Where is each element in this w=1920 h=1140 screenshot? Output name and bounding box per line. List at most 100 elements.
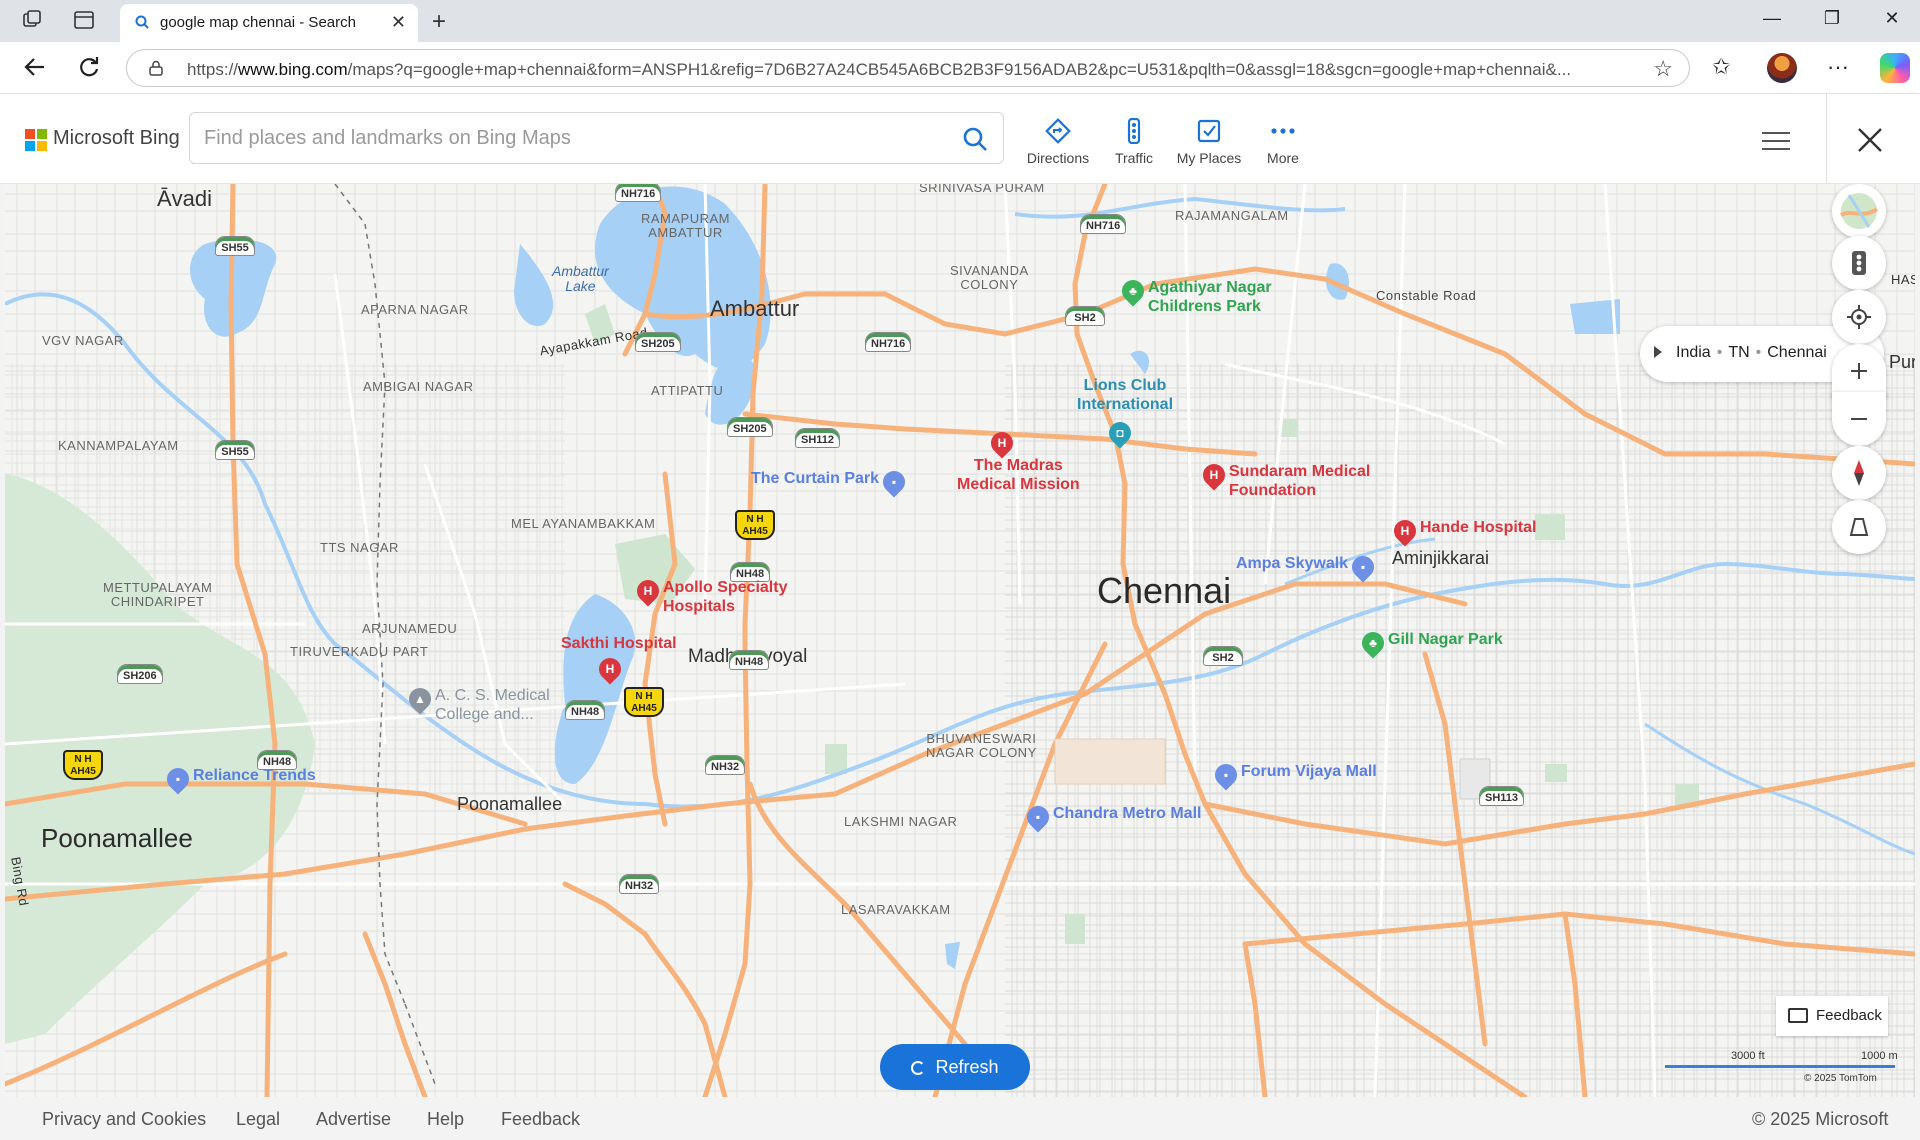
poi-label: Chandra Metro Mall	[1053, 805, 1202, 822]
profile-avatar[interactable]	[1767, 53, 1797, 83]
poi-label: A. C. S. Medical College and...	[435, 687, 550, 723]
poi-gill-nagar-park[interactable]: ♣ Gill Nagar Park	[1357, 627, 1503, 659]
map-basemap	[5, 184, 1915, 1097]
poi-sakthi-hospital[interactable]: Sakthi Hospital H	[561, 634, 677, 685]
poi-ampa-skywalk[interactable]: Ampa Skywalk ▪	[1236, 551, 1379, 583]
poi-label: Ampa Skywalk	[1236, 555, 1349, 572]
breadcrumb-country[interactable]: India	[1676, 344, 1711, 361]
footer-link-privacy[interactable]: Privacy and Cookies	[42, 1109, 206, 1130]
poi-label: Forum Vijaya Mall	[1241, 763, 1377, 780]
vertical-tabs-icon[interactable]	[72, 9, 96, 33]
map-search-input[interactable]	[204, 125, 934, 151]
url-field[interactable]: https://www.bing.com/maps?q=google+map+c…	[126, 49, 1690, 87]
poi-apollo-specialty[interactable]: H Apollo Specialty Hospitals	[632, 575, 787, 616]
expand-arrow-icon[interactable]	[1654, 346, 1662, 358]
place-aparna-nagar: APARNA NAGAR	[361, 302, 469, 317]
map-style-button[interactable]	[1832, 184, 1886, 238]
place-mel-ayanambakkam: MEL AYANAMBAKKAM	[511, 516, 656, 531]
place-mettupalayam: METTUPALAYAM CHINDARIPET	[103, 580, 213, 609]
new-tab-button[interactable]: +	[432, 8, 446, 36]
browser-tabstrip: google map chennai - Search ✕ + — ❐ ✕	[0, 0, 1920, 42]
directions-button[interactable]: Directions	[1018, 118, 1098, 166]
poi-hande-hospital[interactable]: H Hande Hospital	[1389, 515, 1536, 547]
hospital-icon: H	[594, 653, 626, 685]
place-lakshmi-nagar: LAKSHMI NAGAR	[844, 814, 958, 829]
poi-agathiyar-park[interactable]: ♣ Agathiyar Nagar Childrens Park	[1117, 275, 1272, 316]
copilot-icon[interactable]	[1880, 53, 1910, 83]
poi-sundaram-medical[interactable]: H Sundaram Medical Foundation	[1198, 459, 1371, 500]
tree-icon: ♣	[1357, 627, 1389, 659]
microsoft-logo[interactable]	[25, 129, 47, 151]
refresh-label: Refresh	[935, 1056, 999, 1077]
brand-name[interactable]: Microsoft Bing	[53, 127, 180, 150]
zoom-out-button[interactable]	[1832, 392, 1886, 446]
route-shield: SH112	[795, 428, 841, 448]
camera-icon: ◘	[1104, 417, 1136, 449]
window-close-icon[interactable]: ✕	[1872, 8, 1912, 29]
map-feedback-button[interactable]: Feedback	[1776, 996, 1888, 1036]
poi-chandra-metro-mall[interactable]: ▪ Chandra Metro Mall	[1022, 801, 1202, 833]
poi-label: Lions Club International	[1077, 377, 1174, 413]
back-icon[interactable]	[20, 54, 50, 84]
traffic-toggle-button[interactable]	[1832, 236, 1886, 290]
close-icon[interactable]	[1856, 126, 1884, 154]
reload-icon[interactable]	[74, 54, 104, 84]
lock-icon[interactable]	[149, 60, 163, 76]
breadcrumb-city[interactable]: Chennai	[1767, 344, 1827, 361]
directions-label: Directions	[1026, 150, 1090, 166]
poi-label: Sundaram Medical Foundation	[1229, 463, 1371, 499]
refresh-icon	[911, 1060, 926, 1075]
route-shield: SH55	[215, 440, 255, 460]
poi-madras-medical-mission[interactable]: H The Madras Medical Mission	[957, 427, 1080, 494]
scale-meters: 1000 m	[1861, 1050, 1898, 1062]
close-tab-icon[interactable]: ✕	[391, 12, 406, 33]
poi-lions-club[interactable]: Lions Club International ◘	[1077, 376, 1174, 449]
footer-link-advertise[interactable]: Advertise	[316, 1109, 391, 1130]
favorite-star-icon[interactable]: ☆	[1653, 56, 1673, 82]
hospital-icon: H	[1198, 459, 1230, 491]
my-places-button[interactable]: My Places	[1169, 118, 1249, 166]
my-places-label: My Places	[1176, 150, 1242, 166]
tab-actions-icon[interactable]	[20, 9, 44, 33]
place-chennai: Chennai	[1097, 570, 1232, 611]
traffic-button[interactable]: Traffic	[1094, 118, 1174, 166]
scale-feet: 3000 ft	[1731, 1050, 1765, 1062]
footer-link-feedback[interactable]: Feedback	[501, 1109, 580, 1130]
poi-acs-medical[interactable]: ▲ A. C. S. Medical College and...	[404, 683, 550, 724]
favorites-icon[interactable]: ✩	[1712, 54, 1730, 80]
my-places-icon	[1197, 119, 1221, 143]
place-tts-nagar: TTS NAGAR	[320, 540, 399, 555]
footer-link-help[interactable]: Help	[427, 1109, 464, 1130]
locate-me-button[interactable]	[1832, 290, 1886, 344]
more-icon[interactable]: ···	[1827, 54, 1849, 80]
restore-icon[interactable]: ❐	[1812, 8, 1852, 29]
compass-button[interactable]	[1832, 446, 1886, 500]
active-tab[interactable]: google map chennai - Search ✕	[120, 4, 418, 42]
more-label: More	[1267, 150, 1299, 166]
place-lasaravakkam: LASARAVAKKAM	[841, 902, 951, 917]
route-shield: NH716	[615, 184, 662, 202]
tilt-button[interactable]	[1832, 500, 1886, 554]
poi-forum-vijaya-mall[interactable]: ▪ Forum Vijaya Mall	[1210, 759, 1377, 791]
refresh-button[interactable]: Refresh	[880, 1044, 1030, 1090]
place-ambigai-nagar: AMBIGAI NAGAR	[363, 379, 474, 394]
zoom-in-button[interactable]	[1832, 344, 1886, 398]
search-icon	[135, 15, 149, 29]
poi-reliance-trends[interactable]: ▪ Reliance Trends	[162, 763, 316, 795]
poi-curtain-park[interactable]: The Curtain Park ▪	[751, 466, 910, 498]
minimize-icon[interactable]: —	[1752, 8, 1792, 29]
map-canvas[interactable]: Āvadi Ambattur Chennai Madhuravoyal Amin…	[5, 184, 1915, 1097]
search-icon[interactable]	[961, 125, 989, 153]
page-footer: Privacy and Cookies Legal Advertise Help…	[0, 1097, 1920, 1140]
more-button[interactable]: More	[1243, 118, 1323, 166]
traffic-label: Traffic	[1114, 150, 1154, 166]
locate-icon	[1847, 305, 1871, 329]
hospital-icon: H	[632, 575, 664, 607]
tilt-icon	[1849, 518, 1869, 536]
shopping-bag-icon: ▪	[878, 466, 910, 498]
breadcrumb-state[interactable]: TN	[1728, 344, 1749, 361]
route-shield: SH206	[117, 664, 163, 684]
hamburger-icon[interactable]	[1762, 132, 1790, 152]
place-rajamangalam: RAJAMANGALAM	[1175, 208, 1289, 223]
footer-link-legal[interactable]: Legal	[236, 1109, 280, 1130]
